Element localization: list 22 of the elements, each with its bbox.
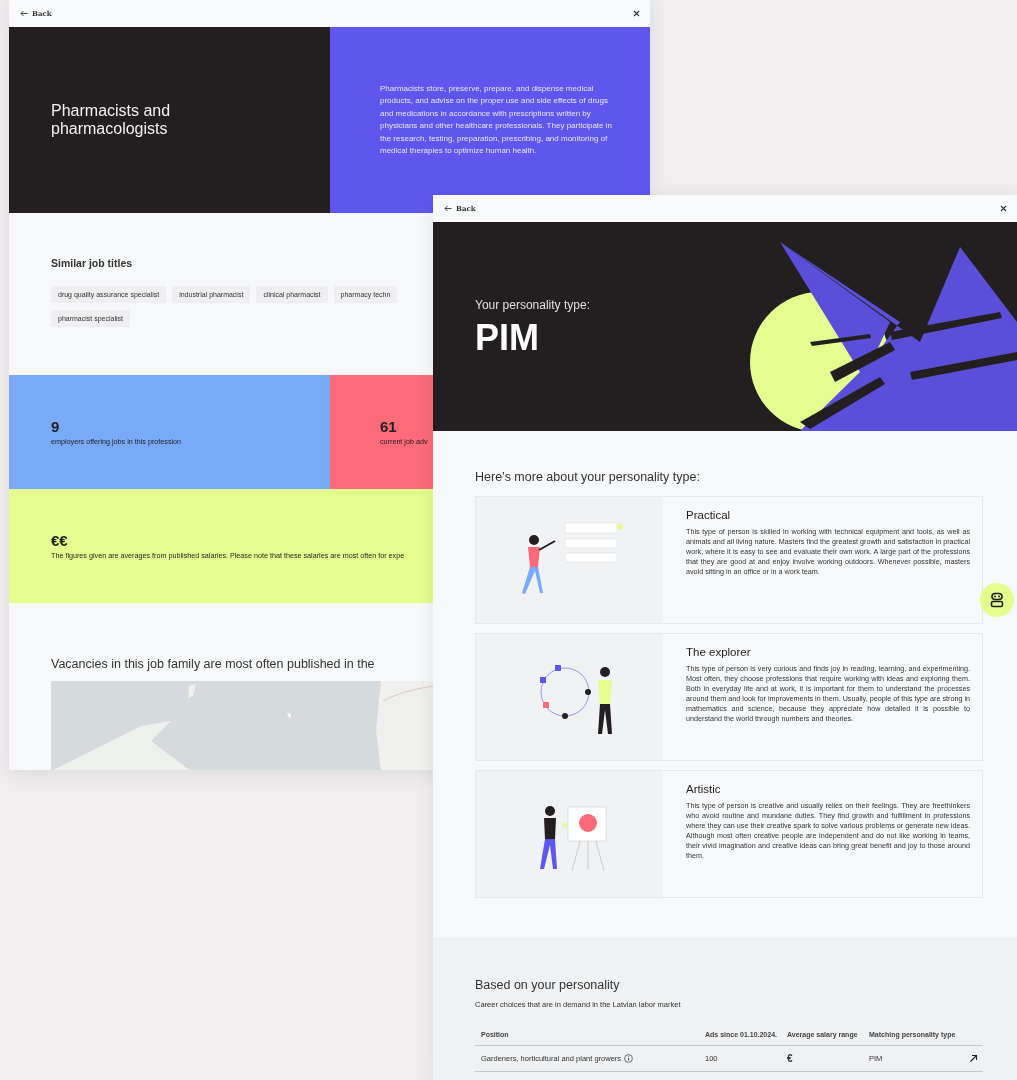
stat-value: 61	[380, 418, 398, 435]
info-icon[interactable]	[624, 1054, 634, 1063]
section-heading: Based on your personality	[475, 977, 621, 994]
section-heading: Vacancies in this job family are most often published in the	[51, 657, 376, 671]
close-icon[interactable]	[1000, 205, 1007, 212]
salary-value: €€	[51, 532, 69, 549]
hero-subtitle: Your personality type:	[475, 297, 590, 312]
robot-icon	[990, 592, 1004, 608]
card-title: Artistic	[686, 783, 722, 795]
job-description: Pharmacists store, preserve, prepare, and dispense medical products, and advise on the proper use and side effects of drugs and medications in accordance with prescriptions written by physicians and other healthcare professionals. They participate in the research, testing, preparation, prescribing, and monitoring of medical therapies to optimize human health.	[380, 82, 613, 157]
table-cell-text: €	[787, 1053, 794, 1064]
arrow-icon[interactable]	[969, 1054, 978, 1063]
personality-type: PIM	[475, 319, 540, 356]
arrow-left-icon	[444, 205, 452, 212]
close-icon[interactable]	[633, 10, 640, 17]
stat-value: 9	[51, 418, 61, 435]
card-title: Practical	[686, 509, 732, 521]
section-heading: Similar job titles	[51, 257, 134, 269]
arrow-left-icon	[20, 10, 28, 17]
section-heading: Here’s more about your personality type:	[475, 469, 701, 486]
job-title: Pharmacists and pharmacologists	[51, 102, 172, 138]
card-title: The explorer	[686, 646, 752, 658]
